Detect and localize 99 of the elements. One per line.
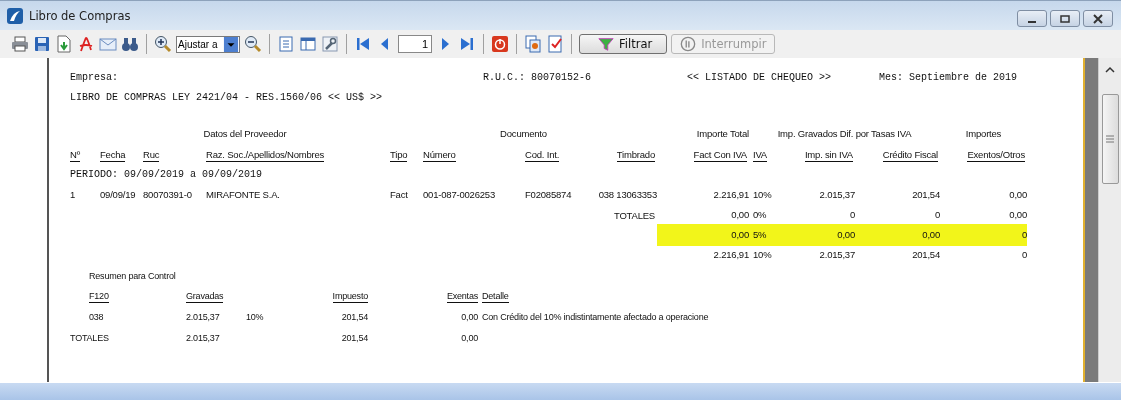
table-cell-text: 201,54	[911, 248, 940, 262]
zoom-out-icon[interactable]	[244, 35, 262, 53]
table-cell: 0,00	[461, 311, 478, 322]
column-header: Impuesto	[332, 291, 368, 303]
column-header: Timbrado	[616, 148, 655, 162]
app-icon	[7, 7, 23, 24]
page-number-field[interactable]: 1	[398, 35, 432, 53]
binoculars-icon[interactable]	[121, 35, 139, 53]
caret-icon	[223, 36, 239, 52]
table-cell: 2.015,37	[186, 332, 220, 343]
window-title: Libro de Compras	[29, 8, 131, 23]
vertical-scrollbar[interactable]	[1098, 58, 1121, 382]
table-cell-text: 2.015,37	[818, 188, 855, 202]
export-icon[interactable]	[55, 35, 73, 53]
scroll-thumb[interactable]	[1101, 94, 1119, 184]
zoom-in-icon[interactable]	[154, 35, 172, 53]
document-gear-icon[interactable]	[524, 35, 542, 53]
close-button[interactable]	[1083, 10, 1113, 27]
table-cell-text: 10%	[752, 248, 773, 262]
column-header: Fact Con IVA	[693, 148, 747, 162]
column-header: Ruc	[143, 148, 160, 162]
funnel-icon	[598, 36, 614, 52]
table-cell-text: 80070391-0	[143, 188, 193, 202]
column-header: Crédito Fiscal	[882, 148, 938, 162]
group-heading: Documento	[499, 127, 548, 139]
table-cell-text: 2.216,91	[712, 248, 749, 262]
group-heading: Importes	[964, 127, 1003, 139]
table-cell-text: 0	[933, 208, 940, 222]
table-cell: TOTALES	[70, 332, 109, 343]
minimize-button[interactable]	[1017, 10, 1047, 27]
column-header: Exentos/Otros	[967, 148, 1025, 162]
table-cell-text: 201,54	[911, 188, 940, 202]
checklist-icon[interactable]	[546, 35, 564, 53]
table-cell-text: 0	[848, 208, 855, 222]
group-heading: Importe Total	[695, 127, 749, 139]
period-text: PERIODO: 09/09/2019 a 09/09/2019	[70, 168, 264, 182]
first-page-icon[interactable]	[354, 35, 372, 53]
table-cell: 0,00	[461, 332, 478, 343]
table-cell: 5%	[749, 224, 775, 246]
layout-icon[interactable]	[299, 35, 317, 53]
column-header: Cod. Int.	[525, 148, 560, 162]
close-icon	[1093, 13, 1103, 24]
maximize-icon	[1060, 13, 1070, 24]
table-cell-text: 10%	[752, 188, 773, 202]
envelope-icon[interactable]	[99, 35, 117, 53]
table-cell-text: F02085874	[525, 188, 573, 202]
filter-button[interactable]: Filtrar	[579, 34, 668, 54]
table-cell: 201,54	[341, 332, 368, 343]
table-cell: 2.015,37	[186, 311, 220, 322]
column-header: Imp. sin IVA	[804, 148, 853, 162]
table-cell-text: 2.216,91	[712, 188, 749, 202]
printer-icon[interactable]	[11, 35, 29, 53]
column-header: Tipo	[390, 148, 408, 162]
minimize-icon	[1028, 20, 1036, 23]
save-icon[interactable]	[33, 35, 51, 53]
table-cell-text: 0,00	[730, 208, 749, 222]
table-cell-text: MIRAFONTE S.A.	[206, 188, 281, 202]
table-cell-text: 001-087-0026253	[423, 188, 496, 202]
table-cell: 201,54	[341, 311, 368, 322]
table-cell: 038	[89, 311, 104, 322]
table-cell: 0,00	[657, 224, 749, 246]
empresa-label: Empresa:	[70, 71, 119, 83]
column-header: Nº	[70, 148, 80, 162]
report-type: << LISTADO DE CHEQUEO >>	[687, 71, 833, 83]
maximize-button[interactable]	[1050, 10, 1080, 27]
ruc-text: R.U.C.: 80070152-6	[483, 71, 593, 83]
table-cell: 0,00	[775, 224, 855, 246]
table-cell: 10%	[246, 311, 264, 322]
table-cell-text: Fact	[390, 188, 409, 202]
table-cell-text: 0	[1020, 248, 1027, 262]
table-cell-text: 2.015,37	[818, 248, 855, 262]
table-cell: 0,00	[855, 224, 940, 246]
column-header: Detalle	[482, 291, 509, 303]
totals-label: TOTALES	[613, 209, 656, 221]
column-header: Número	[423, 148, 456, 162]
column-header: F120	[89, 291, 109, 303]
table-cell: Con Crédito del 10% indistintamente afectado a operacione	[482, 311, 709, 322]
scroll-up-icon[interactable]	[1105, 66, 1115, 74]
table-cell-text: 038 13063353	[597, 188, 657, 202]
month-text: Mes: Septiembre de 2019	[879, 71, 1018, 83]
column-header: Raz. Soc./Apellidos/Nombres	[206, 148, 325, 162]
column-header: Exentas	[446, 291, 478, 303]
table-cell-text: 09/09/19	[100, 188, 137, 202]
table-cell-text: 0,00	[1008, 208, 1027, 222]
group-heading: Imp. Gravados Dif. por Tasas IVA	[776, 127, 913, 139]
table-cell: 0	[940, 224, 1027, 246]
power-icon[interactable]	[491, 35, 509, 53]
table-cell-text: 1	[70, 188, 77, 202]
summary-title: Resumen para Control	[88, 270, 177, 283]
group-heading: Datos del Proveedor	[202, 127, 288, 139]
column-header: Fecha	[100, 148, 126, 162]
column-header: IVA	[753, 148, 767, 162]
table-cell-text: 0,00	[1008, 188, 1027, 202]
report-title: LIBRO DE COMPRAS LEY 2421/04 - RES.1560/06 << US$ >>	[70, 90, 384, 105]
column-header: Gravadas	[186, 291, 224, 303]
wrench-icon[interactable]	[321, 35, 339, 53]
table-cell-text: 0%	[752, 208, 768, 222]
last-page-icon[interactable]	[458, 35, 476, 53]
zoom-dropdown[interactable]: Ajustar a	[176, 35, 240, 53]
